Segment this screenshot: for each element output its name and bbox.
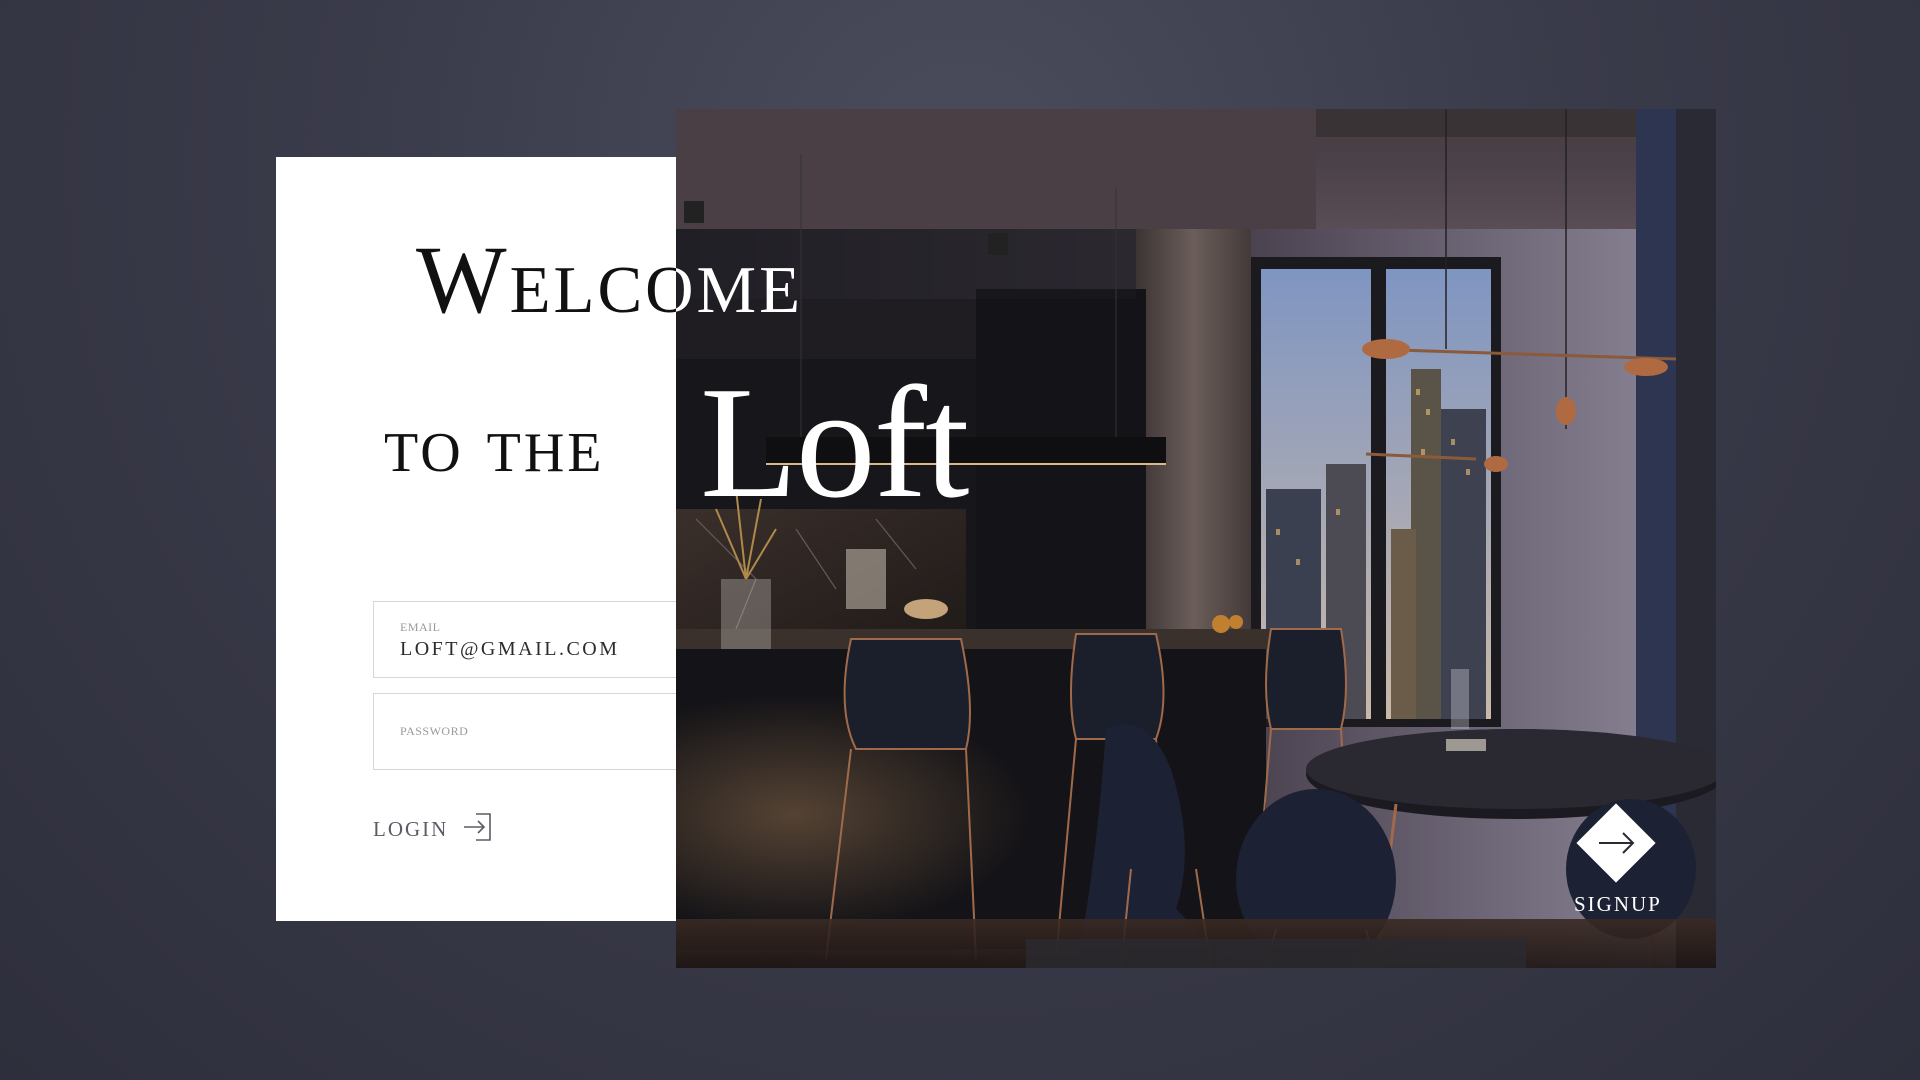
arrow-right-icon [1599, 832, 1635, 854]
password-label: PASSWORD [400, 724, 469, 738]
login-button[interactable]: LOGIN [373, 812, 494, 847]
page: EMAIL LOFT@GMAIL.COM PASSWORD LOGIN Welc… [0, 0, 1920, 1080]
password-field[interactable]: PASSWORD [373, 693, 676, 770]
login-arrow-icon [462, 812, 494, 847]
hero-photo [676, 109, 1716, 968]
email-value[interactable]: LOFT@GMAIL.COM [400, 638, 620, 661]
headline-brand: Loft [700, 353, 969, 531]
email-label: EMAIL [400, 620, 441, 634]
headline-to-the: to the [384, 401, 605, 489]
loft-interior-image [676, 109, 1716, 968]
login-label: LOGIN [373, 817, 449, 841]
signup-button[interactable]: SIGNUP [1572, 800, 1662, 920]
email-field[interactable]: EMAIL LOFT@GMAIL.COM [373, 601, 676, 678]
signup-label: SIGNUP [1574, 892, 1662, 916]
